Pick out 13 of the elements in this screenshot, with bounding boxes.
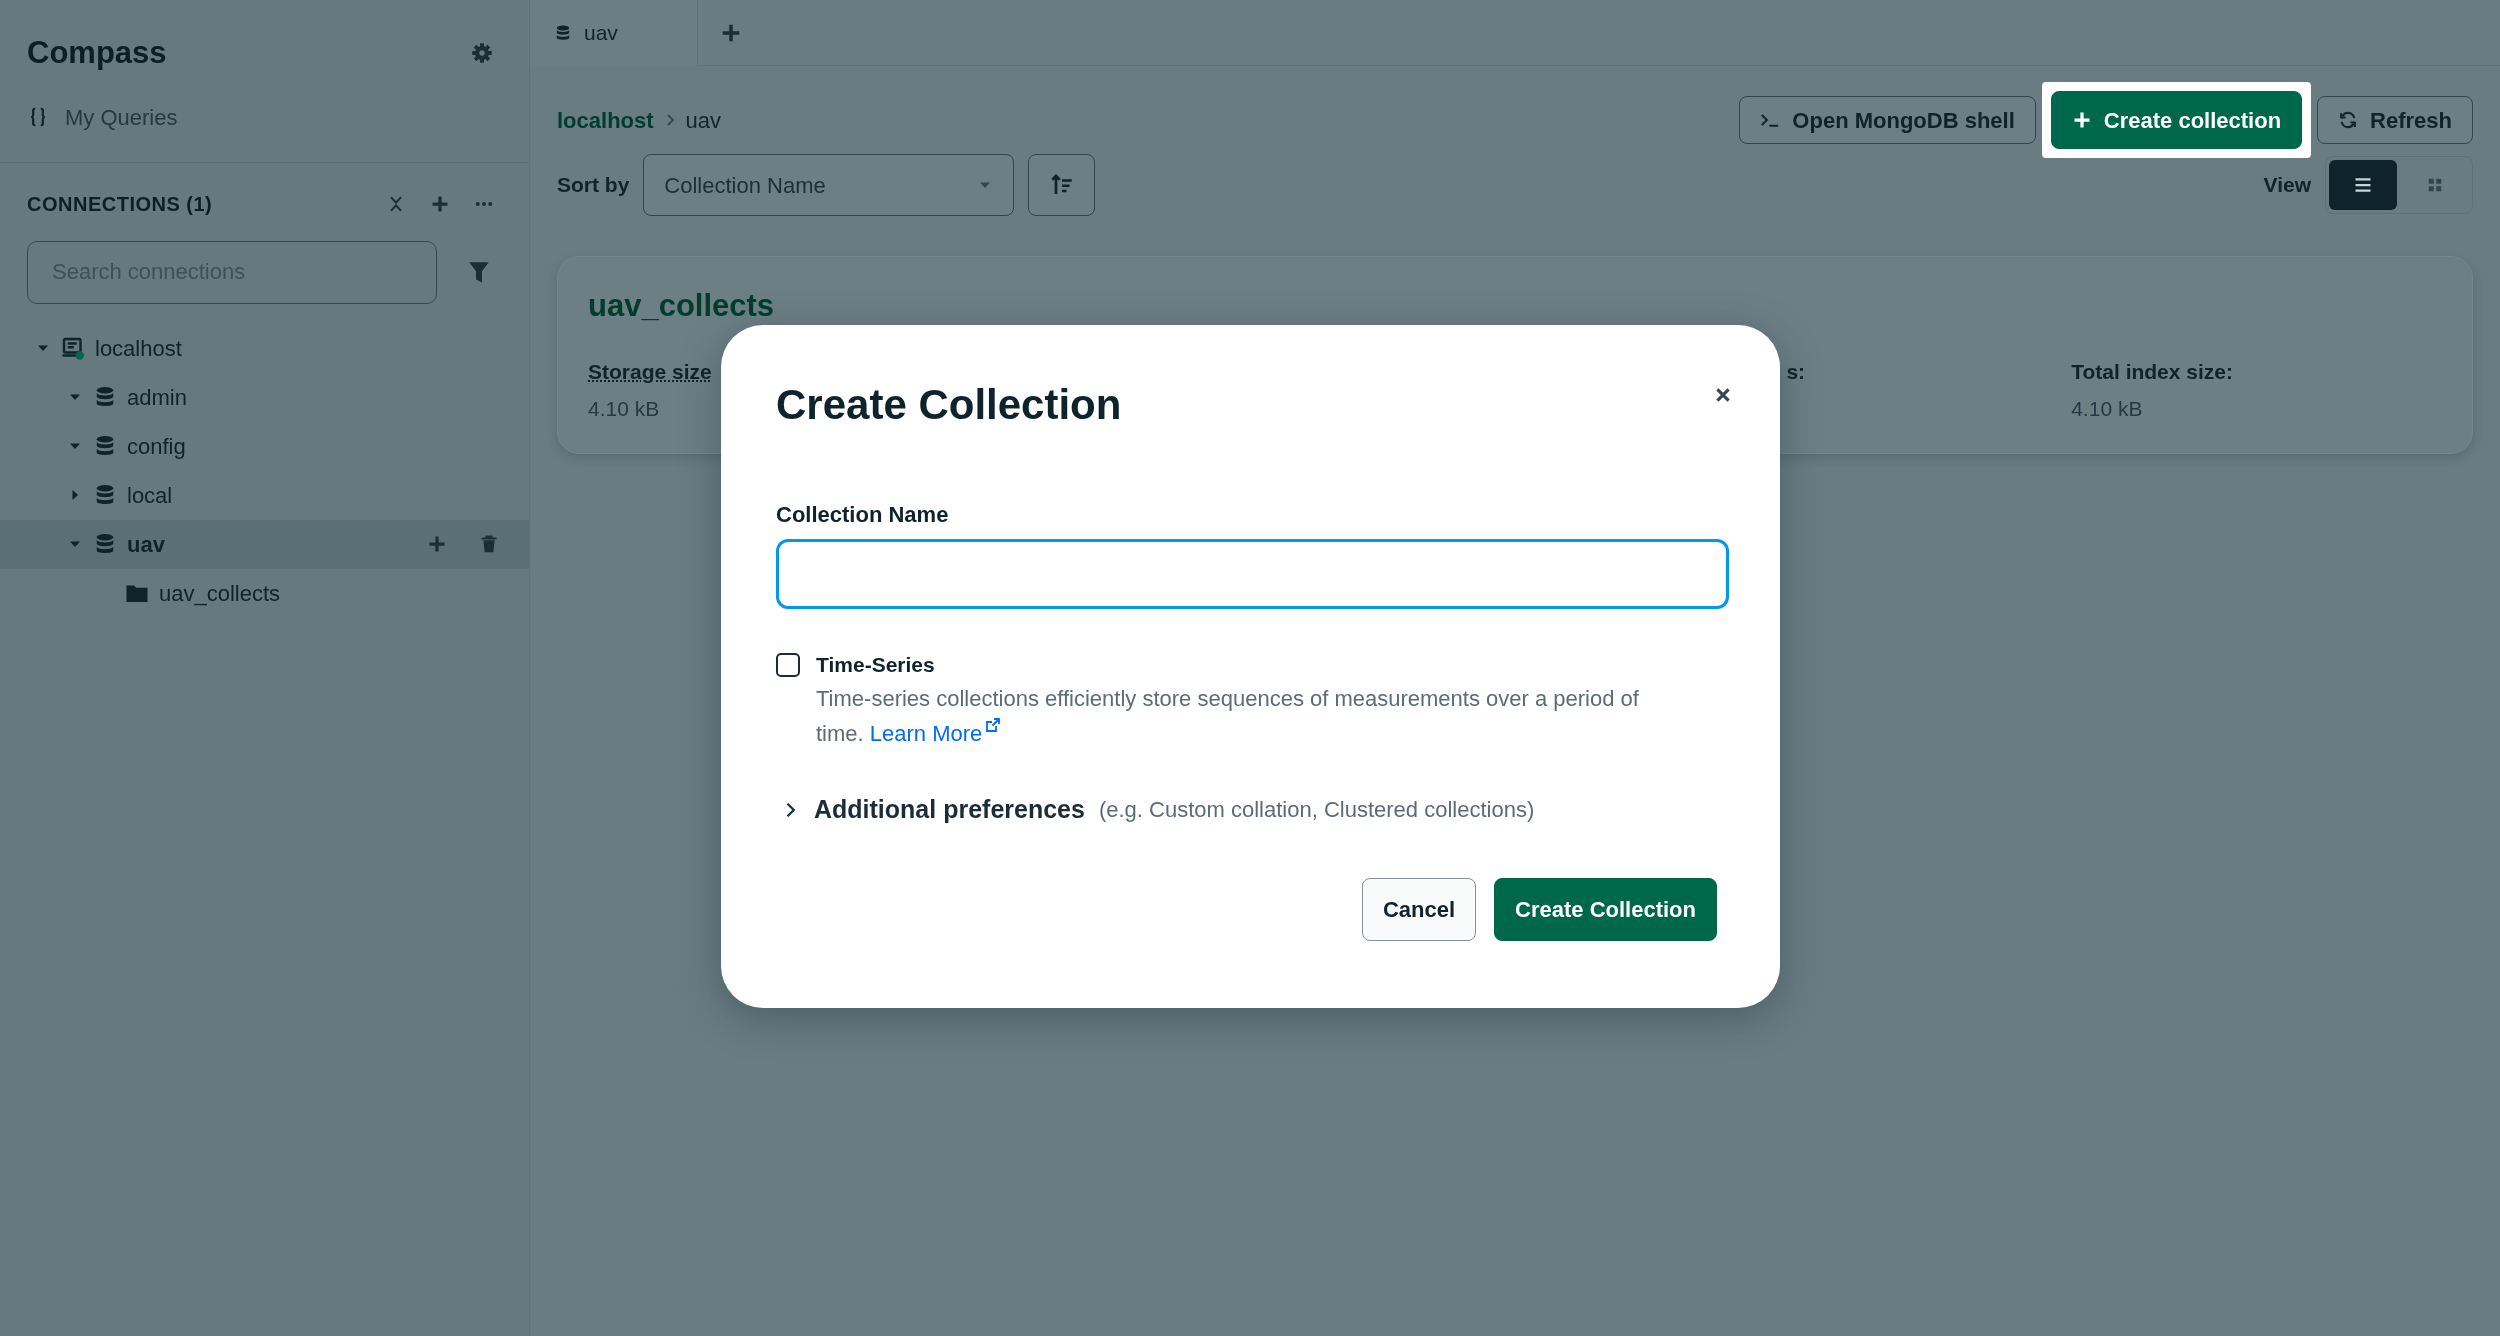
sort-label: Sort by bbox=[557, 172, 630, 199]
hint-text: (e.g. Custom collation, Clustered collections) bbox=[1098, 796, 1535, 825]
stat-value: 4.10 kB bbox=[588, 396, 660, 422]
section-header: CONNECTIONS (1) bbox=[27, 191, 213, 217]
stat-label: Storage size bbox=[588, 358, 712, 385]
stat-label: s: bbox=[1786, 358, 1806, 385]
stat-label: Total index size: bbox=[2071, 358, 2233, 385]
app-title: Compass bbox=[27, 34, 167, 72]
field-label: Collection Name bbox=[776, 501, 950, 530]
stat-value: 4.10 kB bbox=[2071, 396, 2143, 422]
description: Time-series collections efficiently store sequences of measurements over a period of time. Learn More bbox=[816, 684, 1640, 748]
view-label: View bbox=[2263, 172, 2311, 199]
dialog-title: Create Collection bbox=[776, 380, 1122, 430]
